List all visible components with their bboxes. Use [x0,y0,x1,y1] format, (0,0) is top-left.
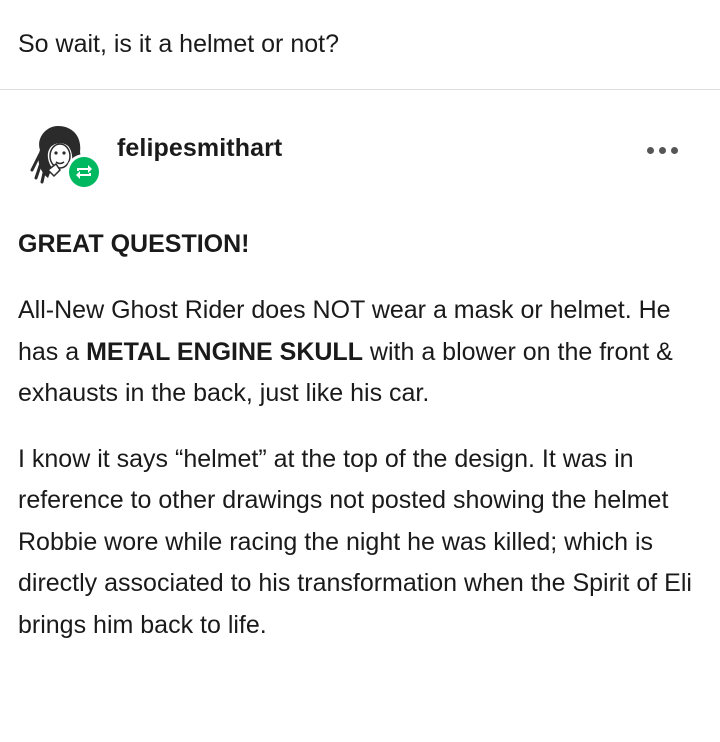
question-text: So wait, is it a helmet or not? [18,30,339,58]
post-page: So wait, is it a helmet or not? felipesm… [0,0,720,742]
post-heading: GREAT QUESTION! [18,230,250,258]
post-paragraph-1: All-New Ghost Rider does NOT wear a mask… [18,290,708,415]
reblog-badge [66,154,102,190]
more-horizontal-icon [646,146,654,154]
username-link[interactable]: felipesmithart [117,134,282,163]
divider [0,89,720,90]
more-horizontal-icon [670,146,678,154]
more-horizontal-icon [658,146,666,154]
post-paragraph-2: I know it says “helmet” at the top of th… [18,444,692,639]
reblog-icon [69,157,99,187]
more-options-button[interactable] [640,138,684,162]
post-body: GREAT QUESTION! All-New Ghost Rider does… [18,222,708,670]
post-header: felipesmithart [0,110,720,190]
paragraph-1-bold: METAL ENGINE SKULL [86,337,363,366]
